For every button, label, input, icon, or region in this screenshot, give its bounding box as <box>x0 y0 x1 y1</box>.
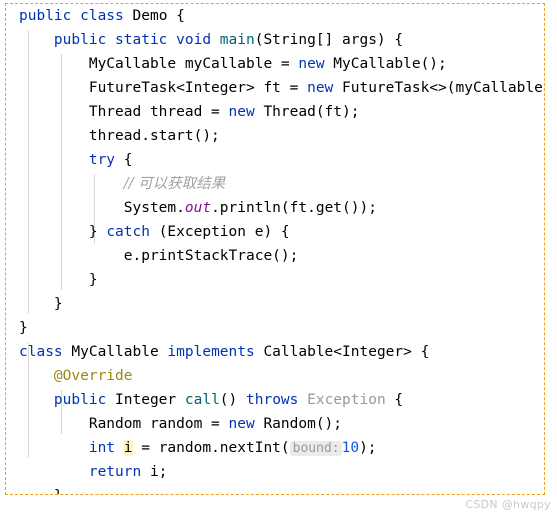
token-plain: } <box>19 320 28 336</box>
token-keyword: new <box>307 80 343 96</box>
token-plain: ); <box>359 440 377 456</box>
csdn-watermark: CSDN @hwqpy <box>465 498 551 511</box>
token-keyword: public <box>53 392 116 408</box>
code-line-9[interactable]: System.out.println(ft.get()); <box>6 196 544 220</box>
code-line-15[interactable]: class MyCallable implements Callable<Int… <box>6 340 544 364</box>
code-lines: public class Demo { public static void m… <box>6 4 544 494</box>
token-plain: } <box>88 272 98 288</box>
token-keyword: new <box>298 56 334 72</box>
code-line-4[interactable]: FutureTask<Integer> ft = new FutureTask<… <box>6 76 544 100</box>
code-line-17[interactable]: public Integer call() throws Exception { <box>6 388 544 412</box>
code-comment: // 可以获取结果 <box>123 176 226 192</box>
token-keyword: class <box>19 344 72 360</box>
token-keyword: new <box>228 416 264 432</box>
token-plain: MyCallable(); <box>333 56 447 72</box>
token-grayed-type: Exception <box>307 392 395 408</box>
code-line-19[interactable]: int i = random.nextInt(bound: 10); <box>6 436 544 460</box>
code-line-11[interactable]: e.printStackTrace(); <box>6 244 544 268</box>
token-identifier: Demo { <box>132 8 185 24</box>
token-plain: FutureTask<Integer> ft = <box>88 80 308 96</box>
token-plain: Integer <box>115 392 185 408</box>
token-keyword: new <box>228 104 264 120</box>
token-highlighted-variable: i <box>123 440 133 456</box>
token-annotation: @Override <box>53 368 133 384</box>
code-line-3[interactable]: MyCallable myCallable = new MyCallable()… <box>6 52 544 76</box>
code-line-7[interactable]: try { <box>6 148 544 172</box>
token-plain: () <box>219 392 246 408</box>
token-plain: { <box>123 152 133 168</box>
code-line-1[interactable]: public class Demo { <box>6 4 544 28</box>
token-plain: = random.nextInt( <box>132 440 290 456</box>
code-line-20[interactable]: return i; <box>6 460 544 484</box>
code-line-6[interactable]: thread.start(); <box>6 124 544 148</box>
token-keyword: public static void <box>53 32 220 48</box>
token-number: 10 <box>341 440 360 456</box>
token-plain: MyCallable myCallable = <box>88 56 299 72</box>
code-line-5[interactable]: Thread thread = new Thread(ft); <box>6 100 544 124</box>
code-line-21[interactable]: } <box>6 484 544 494</box>
token-plain: (String[] args) { <box>254 32 404 48</box>
token-method-name: call <box>184 392 220 408</box>
token-plain: } <box>54 488 63 494</box>
token-plain: (Exception e) { <box>158 224 290 240</box>
token-plain: System. <box>123 200 185 216</box>
code-line-12[interactable]: } <box>6 268 544 292</box>
token-keyword: catch <box>106 224 159 240</box>
code-line-10[interactable]: } catch (Exception e) { <box>6 220 544 244</box>
token-plain: thread.start(); <box>88 128 220 144</box>
code-editor-surface[interactable]: public class Demo { public static void m… <box>6 4 544 494</box>
token-plain: MyCallable <box>71 344 168 360</box>
token-keyword: int <box>88 440 124 456</box>
token-keyword: return <box>88 464 150 480</box>
token-plain: e.printStackTrace(); <box>123 248 299 264</box>
code-line-2[interactable]: public static void main(String[] args) { <box>6 28 544 52</box>
token-plain: i; <box>149 464 168 480</box>
token-plain: FutureTask<>(myCallable); <box>342 80 544 96</box>
token-keyword: implements <box>167 344 264 360</box>
token-plain: .println(ft.get()); <box>211 200 377 216</box>
token-keyword: public class <box>19 8 133 24</box>
token-plain: Callable<Integer> { <box>263 344 430 360</box>
token-plain: Thread(ft); <box>263 104 360 120</box>
code-line-13[interactable]: } <box>6 292 544 316</box>
inlay-parameter-hint: bound: <box>289 441 342 456</box>
token-plain: Random(); <box>263 416 343 432</box>
token-plain: } <box>53 296 63 312</box>
token-plain: { <box>394 392 404 408</box>
token-plain: Thread thread = <box>88 104 229 120</box>
token-keyword: try <box>88 152 124 168</box>
code-line-16[interactable]: @Override <box>6 364 544 388</box>
code-line-18[interactable]: Random random = new Random(); <box>6 412 544 436</box>
code-line-14[interactable]: } <box>6 316 544 340</box>
token-method-name: main <box>219 32 255 48</box>
code-line-8[interactable]: // 可以获取结果 <box>6 172 544 196</box>
code-block: public class Demo { public static void m… <box>5 3 545 495</box>
token-keyword: throws <box>246 392 308 408</box>
token-static-field: out <box>184 200 212 216</box>
token-plain: } <box>88 224 107 240</box>
token-plain: Random random = <box>88 416 229 432</box>
